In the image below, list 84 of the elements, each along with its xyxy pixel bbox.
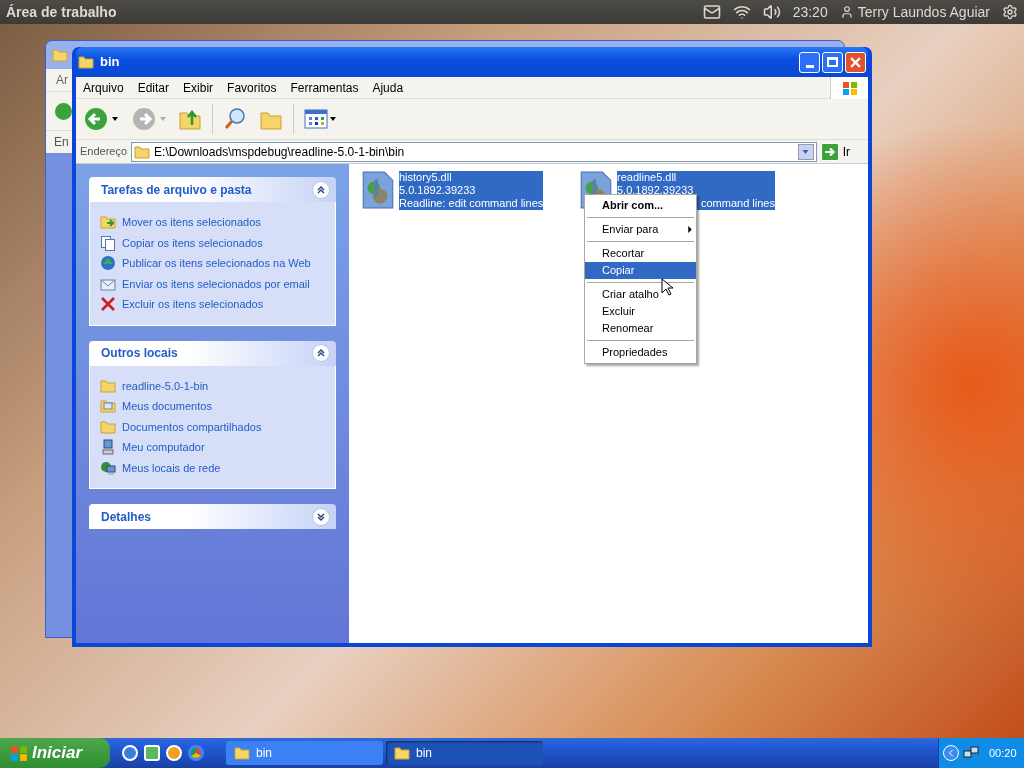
dropdown-arrow-icon[interactable]: [330, 117, 336, 121]
tray-clock[interactable]: 00:20: [989, 744, 1017, 762]
folder-arrow-icon: [100, 214, 116, 231]
task-link[interactable]: Meus locais de rede: [122, 459, 221, 476]
dropdown-button[interactable]: [797, 143, 814, 160]
address-field[interactable]: E:\Downloads\mspdebug\readline-5.0-1-bin\bin: [131, 141, 817, 162]
task-link[interactable]: readline-5.0-1-bin: [122, 377, 209, 394]
panel-title: Outros locais: [101, 345, 178, 362]
panel-clock[interactable]: 23:20: [792, 1, 828, 23]
collapse-button[interactable]: [312, 344, 330, 362]
panel-header[interactable]: Detalhes: [89, 504, 336, 529]
context-menu-item[interactable]: Excluir: [585, 303, 696, 320]
folder-icon: [234, 745, 250, 761]
menu-item[interactable]: Ferramentas: [283, 78, 366, 97]
menu-item[interactable]: Favoritos: [220, 78, 284, 97]
mouse-pointer-icon: [661, 278, 673, 296]
taskbar-button[interactable]: bin: [226, 741, 383, 765]
go-button[interactable]: Ir: [820, 142, 864, 161]
maximize-button[interactable]: [822, 51, 843, 73]
settings-icon[interactable]: [1002, 4, 1018, 20]
close-button[interactable]: [845, 51, 866, 73]
folder-icon: [134, 143, 151, 160]
dropdown-arrow-icon[interactable]: [112, 117, 118, 121]
file-label[interactable]: history5.dll 5.0.1892.39233 Readline: edit command lines: [399, 171, 544, 210]
menu-item[interactable]: Ar: [56, 71, 68, 89]
address-label: En: [54, 134, 69, 151]
window-title: bin: [100, 53, 120, 72]
menu-item[interactable]: Exibir: [176, 78, 221, 97]
views-button[interactable]: [304, 109, 336, 129]
folder-icon: [394, 745, 410, 761]
folder-document-icon: [100, 398, 116, 415]
task-link[interactable]: Copiar os itens selecionados: [122, 234, 263, 251]
folder-icon: [100, 377, 116, 394]
task-link[interactable]: Meu computador: [122, 439, 205, 456]
expand-button[interactable]: [312, 507, 330, 526]
menu-item[interactable]: Ajuda: [365, 78, 411, 97]
collapse-button[interactable]: [312, 180, 330, 199]
close-icon: [850, 56, 861, 68]
user-name[interactable]: Terry Laundos Aguiar: [857, 1, 990, 23]
mail-icon[interactable]: [702, 3, 721, 21]
task-link[interactable]: Excluir os itens selecionados: [122, 296, 264, 313]
double-chevron-icon: [316, 511, 326, 522]
windows-logo-icon: [10, 744, 28, 762]
folder-icon: [100, 418, 116, 435]
panel-title: Área de trabalho: [6, 2, 117, 22]
context-menu-item[interactable]: Enviar para: [585, 221, 696, 238]
panel-header[interactable]: Outros locais: [89, 340, 336, 366]
double-chevron-icon: [316, 348, 326, 358]
context-menu-item[interactable]: Criar atalho: [585, 286, 696, 303]
wifi-icon[interactable]: [732, 3, 751, 21]
context-menu-item[interactable]: Copiar: [585, 262, 696, 279]
panel-header[interactable]: Tarefas de arquivo e pasta: [89, 177, 336, 202]
task-link[interactable]: Documentos compartilhados: [122, 418, 262, 435]
gear-file-icon: [361, 171, 395, 209]
windows-logo-icon: [830, 76, 868, 99]
volume-icon[interactable]: [762, 3, 781, 21]
panel-title: Tarefas de arquivo e pasta: [101, 181, 252, 199]
address-label: Endereço: [80, 144, 128, 160]
submenu-arrow-icon: [688, 226, 692, 233]
taskbar-button[interactable]: bin: [386, 741, 543, 765]
menu-item[interactable]: Editar: [130, 78, 177, 97]
user-icon: [839, 5, 854, 19]
search-icon[interactable]: [223, 107, 247, 131]
dropdown-arrow-icon: [802, 149, 810, 154]
panel-title: Detalhes: [101, 508, 152, 526]
task-link[interactable]: Mover os itens selecionados: [122, 214, 261, 231]
double-chevron-icon: [316, 184, 326, 195]
delete-icon: [100, 296, 116, 313]
task-link[interactable]: Publicar os itens selecionados na Web: [122, 255, 311, 272]
grid-icon: [304, 109, 328, 129]
pages-icon: [100, 234, 116, 251]
folder-icon: [52, 47, 68, 63]
menu-item[interactable]: Arquivo: [76, 78, 131, 97]
context-menu-item[interactable]: Propriedades: [585, 344, 696, 361]
context-menu-item[interactable]: Renomear: [585, 320, 696, 337]
task-link[interactable]: Meus documentos: [122, 398, 212, 415]
context-menu-item[interactable]: Recortar: [585, 245, 696, 262]
show-hidden-button[interactable]: [943, 745, 959, 761]
network-icon[interactable]: [963, 745, 979, 761]
network-globe-icon: [100, 459, 116, 476]
start-button[interactable]: Iniciar: [0, 738, 110, 768]
computer-icon: [100, 439, 116, 456]
task-link[interactable]: Enviar os itens selecionados por email: [122, 275, 310, 292]
minimize-button[interactable]: [799, 51, 820, 73]
